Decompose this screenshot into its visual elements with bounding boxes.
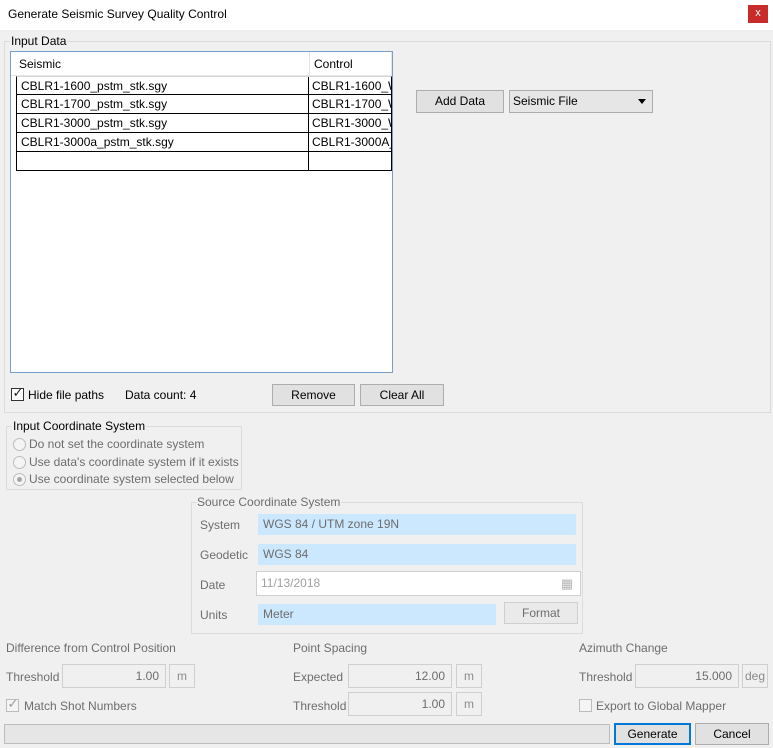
control-cell[interactable]: CBLR1-1600_W	[309, 77, 392, 95]
clear-all-button[interactable]: Clear All	[360, 384, 444, 406]
table-row[interactable]: CBLR1-3000_pstm_stk.sgy CBLR1-3000_W	[16, 114, 392, 133]
hide-paths-checkbox[interactable]	[11, 386, 24, 402]
coord-system-label: Input Coordinate System	[12, 419, 147, 433]
azimuth-threshold-input[interactable]: 15.000	[635, 664, 739, 688]
input-data-list[interactable]: Seismic Control CBLR1-1600_pstm_stk.sgy …	[10, 51, 393, 373]
difference-heading: Difference from Control Position	[6, 641, 176, 655]
control-cell[interactable]: CBLR1-1700_W	[309, 95, 392, 113]
date-field[interactable]: 11/13/2018	[256, 571, 581, 596]
spacing-threshold-input[interactable]: 1.00	[348, 692, 452, 716]
close-button[interactable]: x	[748, 5, 768, 23]
difference-unit-button[interactable]: m	[169, 664, 195, 688]
control-cell[interactable]: CBLR1-3000_W	[309, 114, 392, 132]
seismic-cell[interactable]	[17, 152, 309, 170]
geodetic-field[interactable]: WGS 84	[258, 544, 576, 565]
input-data-label: Input Data	[10, 34, 68, 48]
azimuth-unit-button[interactable]: deg	[742, 664, 768, 688]
data-count: Data count: 4	[125, 388, 197, 402]
system-field[interactable]: WGS 84 / UTM zone 19N	[258, 514, 576, 535]
format-button[interactable]: Format	[504, 602, 578, 624]
table-row-empty[interactable]	[16, 152, 392, 171]
radio-data-coord[interactable]	[13, 456, 26, 469]
azimuth-heading: Azimuth Change	[579, 641, 668, 655]
azimuth-threshold-label: Threshold	[579, 670, 633, 684]
radio-data-coord-label[interactable]: Use data's coordinate system if it exist…	[29, 455, 239, 469]
radio-no-coord-label[interactable]: Do not set the coordinate system	[29, 437, 204, 451]
spacing-unit-button[interactable]: m	[456, 692, 482, 716]
remove-button[interactable]: Remove	[272, 384, 355, 406]
radio-selected-coord-label[interactable]: Use coordinate system selected below	[29, 472, 234, 486]
table-row[interactable]: CBLR1-3000a_pstm_stk.sgy CBLR1-3000A_	[16, 133, 392, 152]
radio-no-coord[interactable]	[13, 438, 26, 451]
system-label: System	[200, 518, 241, 532]
difference-threshold-input[interactable]: 1.00	[62, 664, 166, 688]
date-label: Date	[200, 578, 226, 592]
column-seismic[interactable]: Seismic	[11, 52, 310, 76]
spacing-threshold-label: Threshold	[293, 699, 347, 713]
expected-label: Expected	[293, 670, 344, 684]
seismic-cell[interactable]: CBLR1-1600_pstm_stk.sgy	[17, 77, 309, 95]
chevron-down-icon	[638, 99, 646, 104]
control-cell[interactable]	[309, 152, 392, 170]
generate-button[interactable]: Generate	[614, 723, 691, 745]
export-global-mapper-label[interactable]: Export to Global Mapper	[596, 699, 726, 713]
seismic-cell[interactable]: CBLR1-3000_pstm_stk.sgy	[17, 114, 309, 132]
spacing-heading: Point Spacing	[293, 641, 368, 655]
match-shot-checkbox[interactable]	[6, 697, 19, 713]
match-shot-label[interactable]: Match Shot Numbers	[24, 699, 137, 713]
expected-unit-button[interactable]: m	[456, 664, 482, 688]
seismic-cell[interactable]: CBLR1-3000a_pstm_stk.sgy	[17, 133, 309, 151]
list-header: Seismic Control	[11, 52, 392, 76]
progress-bar	[4, 724, 610, 744]
expected-input[interactable]: 12.00	[348, 664, 452, 688]
table-row[interactable]: CBLR1-1600_pstm_stk.sgy CBLR1-1600_W	[16, 76, 392, 95]
control-cell[interactable]: CBLR1-3000A_	[309, 133, 392, 151]
export-global-mapper-checkbox[interactable]	[579, 699, 592, 712]
hide-paths-label[interactable]: Hide file paths	[28, 388, 104, 402]
add-data-button[interactable]: Add Data	[416, 90, 504, 113]
window-title: Generate Seismic Survey Quality Control	[8, 7, 227, 21]
difference-threshold-label: Threshold	[6, 670, 60, 684]
file-type-dropdown[interactable]: Seismic File	[509, 90, 653, 113]
file-type-value: Seismic File	[513, 94, 578, 108]
seismic-cell[interactable]: CBLR1-1700_pstm_stk.sgy	[17, 95, 309, 113]
column-control[interactable]: Control	[310, 52, 392, 76]
radio-selected-coord[interactable]	[13, 473, 26, 486]
geodetic-label: Geodetic	[200, 548, 249, 562]
cancel-button[interactable]: Cancel	[695, 723, 769, 745]
units-field[interactable]: Meter	[258, 604, 496, 625]
units-label: Units	[200, 608, 228, 622]
table-row[interactable]: CBLR1-1700_pstm_stk.sgy CBLR1-1700_W	[16, 95, 392, 114]
source-cs-label: Source Coordinate System	[196, 495, 342, 509]
calendar-icon[interactable]: ▦	[557, 574, 577, 593]
